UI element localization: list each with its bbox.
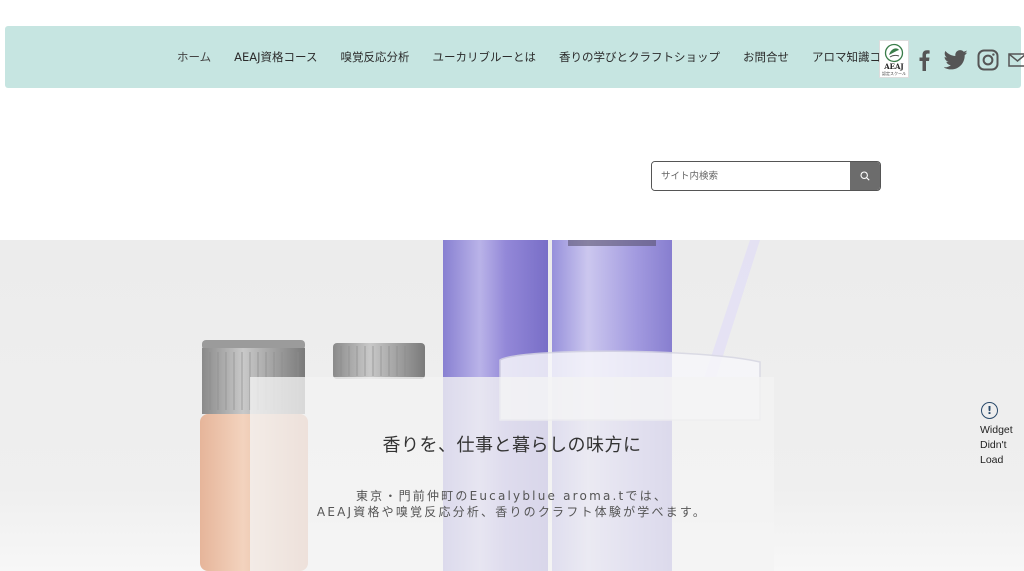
hero-description: 東京・門前仲町のEucalyblue aroma.tでは、 AEAJ資格や嗅覚反… bbox=[250, 488, 774, 520]
nav-item-contact[interactable]: お問合せ bbox=[743, 49, 789, 65]
nav-item-aeaj-course[interactable]: AEAJ資格コース bbox=[234, 49, 317, 65]
hero-description-line-2: AEAJ資格や嗅覚反応分析、香りのクラフト体験が学べます。 bbox=[316, 505, 708, 519]
nav-item-craft-shop[interactable]: 香りの学びとクラフトショップ bbox=[559, 49, 720, 65]
aeaj-leaf-icon bbox=[884, 43, 904, 63]
aeaj-logo-subtext: 認定スクール bbox=[882, 71, 906, 76]
twitter-icon[interactable] bbox=[942, 47, 970, 73]
widget-error-line-1: Widget bbox=[980, 424, 1013, 436]
alert-icon: ! bbox=[981, 402, 998, 419]
nav-menu: ホーム AEAJ資格コース 嗅覚反応分析 ユーカリブルーとは 香りの学びとクラフ… bbox=[177, 26, 927, 88]
mail-icon[interactable] bbox=[1008, 47, 1024, 73]
hero-text-panel: 香りを、仕事と暮らしの味方に 東京・門前仲町のEucalyblue aroma.… bbox=[250, 377, 774, 571]
facebook-icon[interactable] bbox=[914, 47, 934, 73]
top-nav-bar: ホーム AEAJ資格コース 嗅覚反応分析 ユーカリブルーとは 香りの学びとクラフ… bbox=[5, 26, 1021, 88]
nav-item-olfactory-analysis[interactable]: 嗅覚反応分析 bbox=[340, 49, 409, 65]
search-input[interactable] bbox=[652, 162, 851, 190]
search-icon bbox=[860, 171, 870, 181]
site-search bbox=[651, 161, 881, 191]
hero-title: 香りを、仕事と暮らしの味方に bbox=[382, 435, 642, 456]
hero-description-line-1: 東京・門前仲町のEucalyblue aroma.tでは、 bbox=[355, 489, 669, 503]
widget-error-notice: ! Widget Didn't Load bbox=[980, 402, 1024, 468]
aeaj-logo[interactable]: AEAJ 認定スクール bbox=[879, 40, 909, 78]
nav-item-about-eucalyblue[interactable]: ユーカリブルーとは bbox=[432, 49, 536, 65]
instagram-icon[interactable] bbox=[975, 47, 1001, 73]
search-button[interactable] bbox=[850, 162, 880, 190]
widget-error-line-3: Load bbox=[980, 454, 1004, 466]
hero-section: 香りを、仕事と暮らしの味方に 東京・門前仲町のEucalyblue aroma.… bbox=[0, 240, 1024, 571]
aeaj-logo-text: AEAJ bbox=[884, 62, 904, 71]
widget-error-text: Widget Didn't Load bbox=[980, 423, 1020, 468]
widget-error-line-2: Didn't bbox=[980, 439, 1007, 451]
nav-item-home[interactable]: ホーム bbox=[177, 49, 211, 65]
